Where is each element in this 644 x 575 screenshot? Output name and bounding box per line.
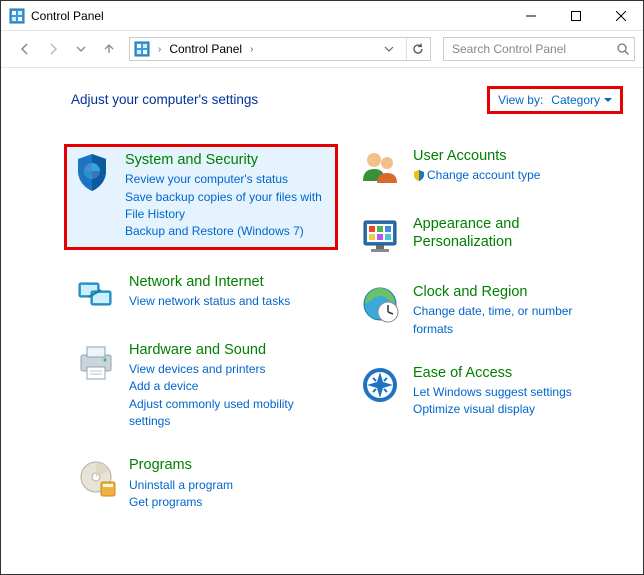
network-icon	[75, 273, 117, 315]
search-input[interactable]	[450, 41, 616, 57]
recent-locations-button[interactable]	[69, 37, 93, 61]
appearance-icon	[359, 215, 401, 257]
chevron-right-icon[interactable]: ›	[246, 44, 257, 55]
category-link[interactable]: Change date, time, or number formats	[413, 303, 615, 338]
category-title[interactable]: Programs	[129, 456, 331, 474]
category-link[interactable]: Get programs	[129, 494, 331, 511]
viewby-value: Category	[551, 93, 600, 107]
maximize-button[interactable]	[553, 1, 598, 30]
minimize-button[interactable]	[508, 1, 553, 30]
viewby-highlight: View by: Category	[487, 86, 623, 114]
left-column: System and Security Review your computer…	[71, 144, 335, 534]
content: Adjust your computer's settings View by:…	[1, 68, 643, 558]
printer-icon	[75, 341, 117, 383]
clock-icon	[359, 283, 401, 325]
category-link[interactable]: Adjust commonly used mobility settings	[129, 396, 331, 431]
right-column: User Accounts Change account type	[355, 144, 619, 534]
refresh-button[interactable]	[406, 38, 428, 60]
shield-small-icon	[413, 169, 425, 181]
search-icon	[616, 42, 630, 56]
category-link[interactable]: View devices and printers	[129, 361, 331, 378]
forward-button[interactable]	[41, 37, 65, 61]
category-title[interactable]: System and Security	[125, 151, 331, 169]
category-link[interactable]: Optimize visual display	[413, 401, 615, 418]
programs-icon	[75, 456, 117, 498]
address-bar[interactable]: › Control Panel ›	[129, 37, 431, 61]
category-programs[interactable]: Programs Uninstall a program Get program…	[71, 453, 335, 514]
up-button[interactable]	[97, 37, 121, 61]
category-user-accounts[interactable]: User Accounts Change account type	[355, 144, 619, 192]
viewby-dropdown[interactable]: Category	[551, 93, 612, 107]
control-panel-icon	[134, 41, 150, 57]
category-title[interactable]: Clock and Region	[413, 283, 615, 301]
category-title[interactable]: Hardware and Sound	[129, 341, 331, 359]
titlebar: Control Panel	[1, 1, 643, 31]
close-button[interactable]	[598, 1, 643, 30]
category-network-internet[interactable]: Network and Internet View network status…	[71, 270, 335, 318]
category-link[interactable]: Save backup copies of your files with Fi…	[125, 189, 331, 224]
category-appearance-personalization[interactable]: Appearance and Personalization	[355, 212, 619, 260]
back-button[interactable]	[13, 37, 37, 61]
navbar: › Control Panel ›	[1, 31, 643, 67]
chevron-down-icon	[604, 96, 612, 104]
category-link[interactable]: Change account type	[413, 167, 615, 184]
category-hardware-sound[interactable]: Hardware and Sound View devices and prin…	[71, 338, 335, 434]
category-link[interactable]: Backup and Restore (Windows 7)	[125, 223, 331, 240]
category-link[interactable]: Review your computer's status	[125, 171, 331, 188]
category-title[interactable]: Appearance and Personalization	[413, 215, 615, 251]
category-clock-region[interactable]: Clock and Region Change date, time, or n…	[355, 280, 619, 341]
page-title: Adjust your computer's settings	[71, 92, 258, 107]
category-ease-of-access[interactable]: Ease of Access Let Windows suggest setti…	[355, 361, 619, 422]
control-panel-icon	[9, 8, 25, 24]
window-title: Control Panel	[31, 9, 104, 23]
category-title[interactable]: User Accounts	[413, 147, 615, 165]
users-icon	[359, 147, 401, 189]
category-title[interactable]: Network and Internet	[129, 273, 331, 291]
address-dropdown-button[interactable]	[378, 38, 400, 60]
search-box[interactable]	[443, 37, 635, 61]
category-link[interactable]: Add a device	[129, 378, 331, 395]
shield-icon	[71, 151, 113, 193]
chevron-right-icon[interactable]: ›	[154, 44, 165, 55]
category-system-security[interactable]: System and Security Review your computer…	[64, 144, 338, 250]
category-link[interactable]: Let Windows suggest settings	[413, 384, 615, 401]
category-link[interactable]: View network status and tasks	[129, 293, 331, 310]
ease-of-access-icon	[359, 364, 401, 406]
viewby-label: View by:	[498, 93, 543, 107]
category-link[interactable]: Uninstall a program	[129, 477, 331, 494]
breadcrumb-item[interactable]: Control Panel	[169, 42, 242, 56]
category-title[interactable]: Ease of Access	[413, 364, 615, 382]
